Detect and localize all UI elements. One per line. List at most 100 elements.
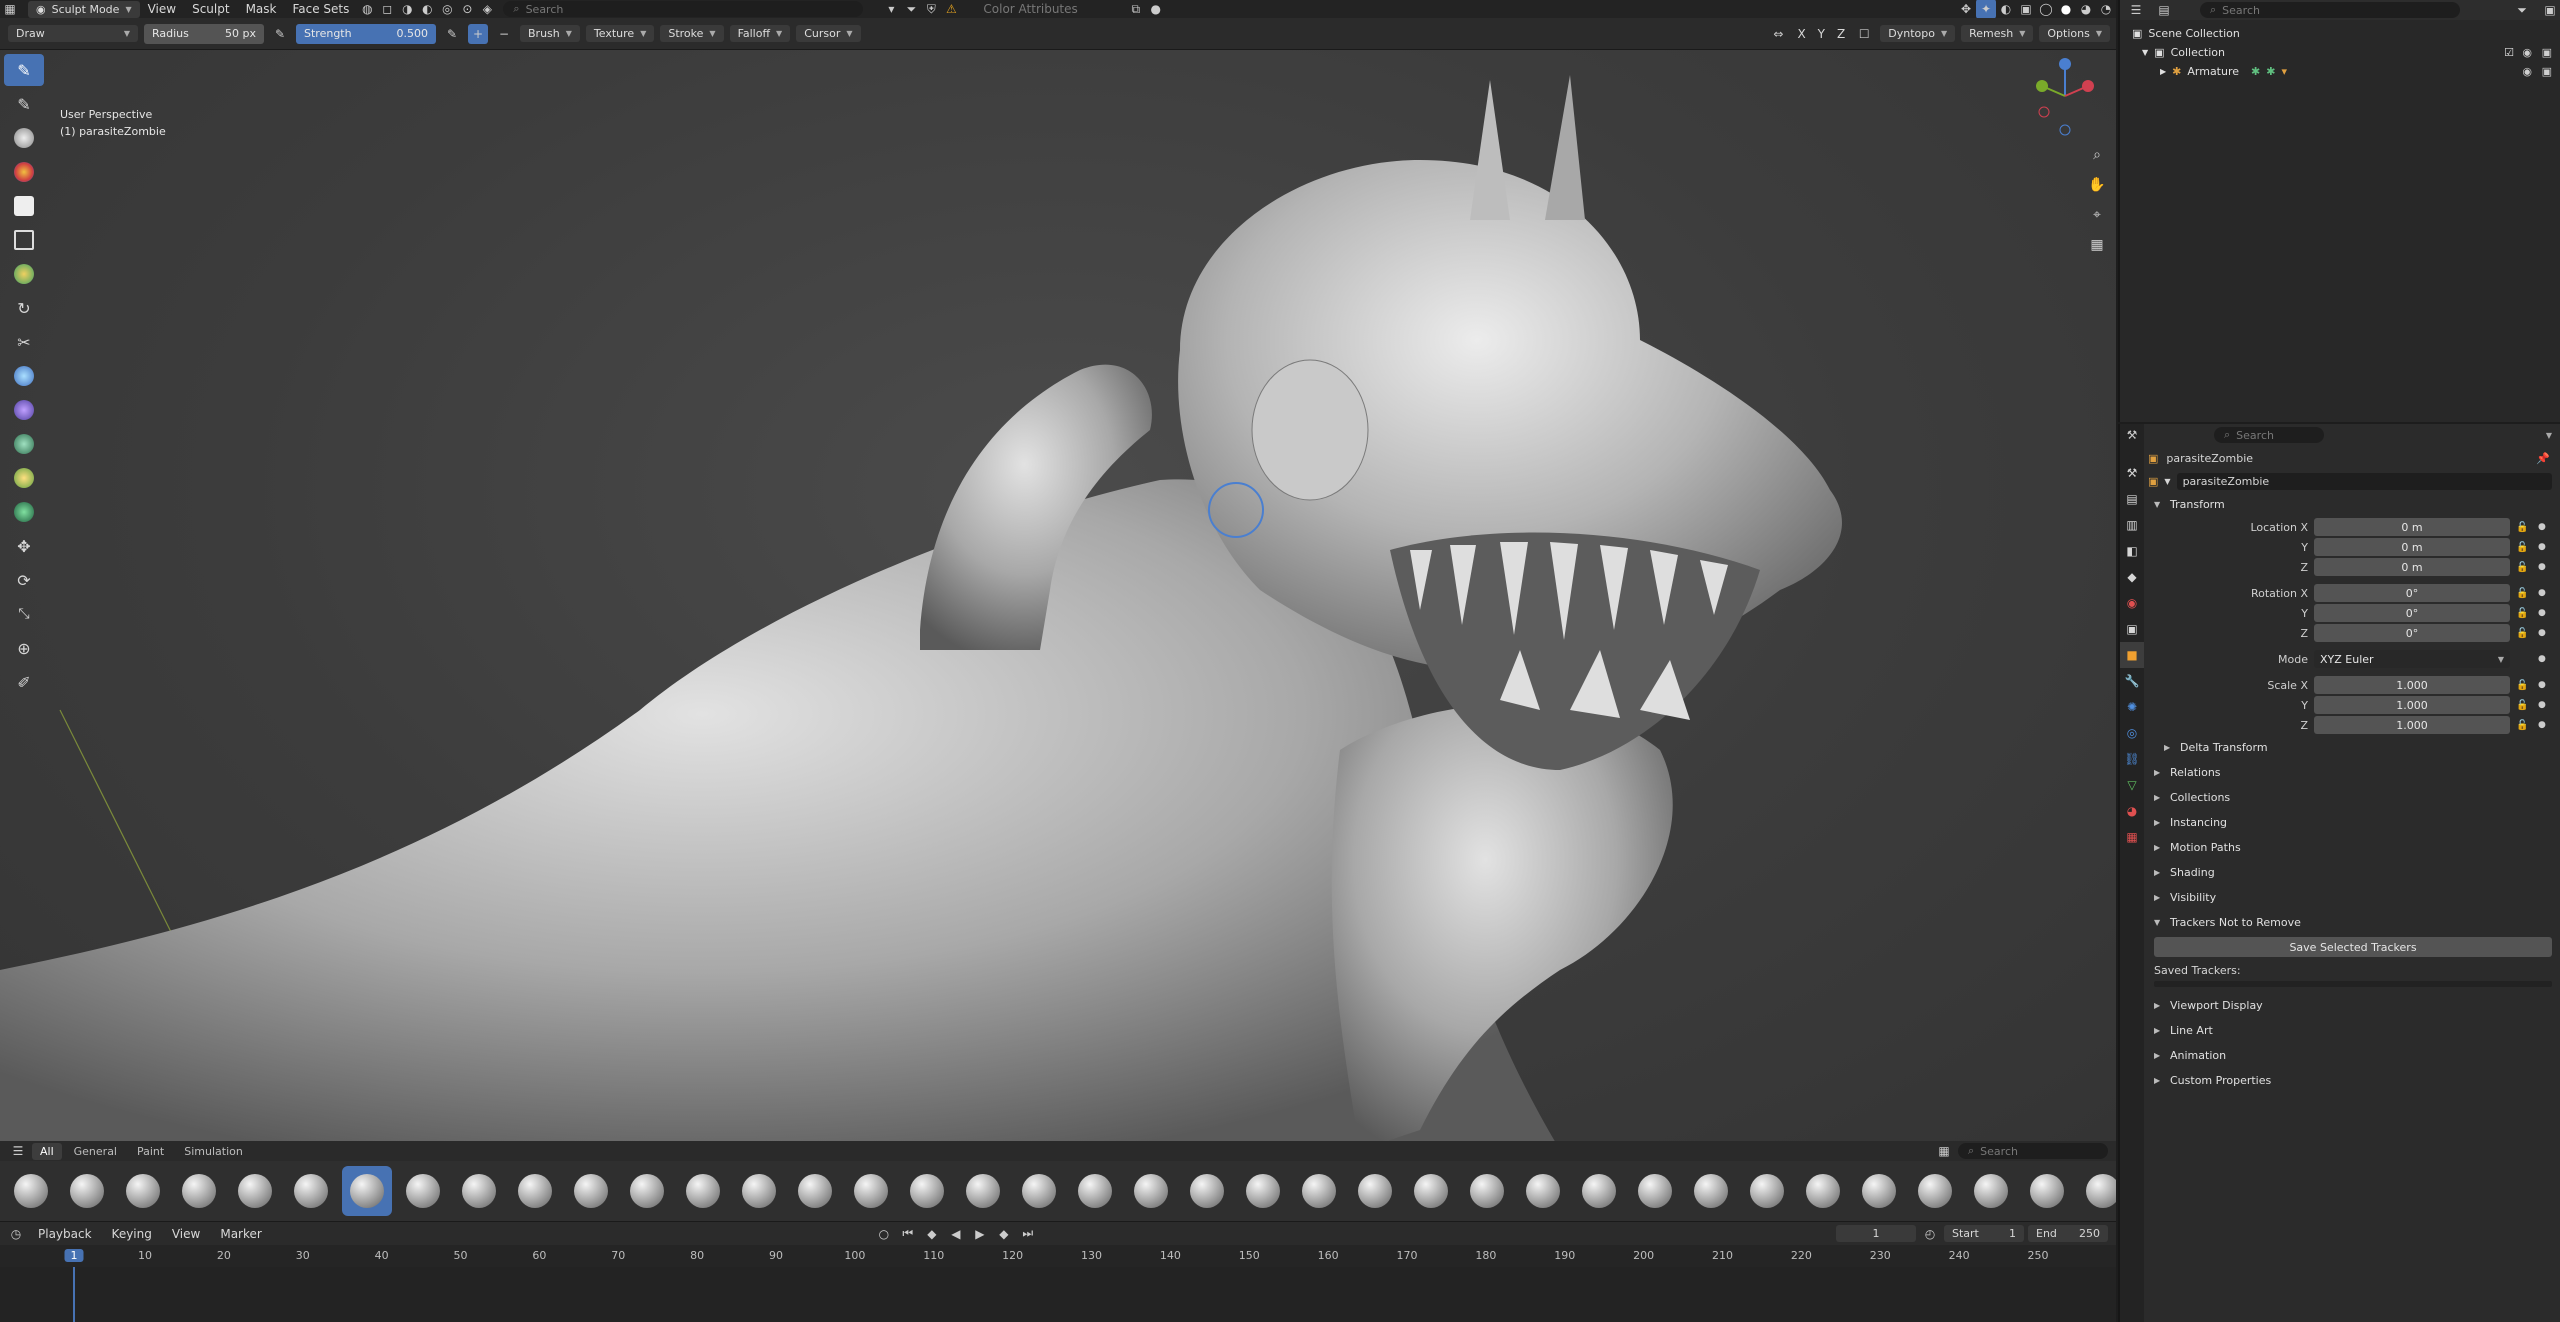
camera-icon[interactable]: ▣ — [2542, 65, 2552, 78]
keyframe-dot-icon[interactable]: ● — [2538, 562, 2546, 572]
move-tool[interactable]: ✥ — [4, 530, 44, 562]
rotate-tool[interactable]: ↻ — [4, 292, 44, 324]
brush-thumbnail[interactable] — [790, 1166, 840, 1216]
rendered-shading-icon[interactable]: ◔ — [2096, 0, 2116, 19]
visibility-panel-header[interactable]: ▶ Visibility — [2148, 885, 2558, 910]
keyframe-dot-icon[interactable]: ● — [2538, 654, 2546, 664]
brush-thumbnail[interactable] — [510, 1166, 560, 1216]
mesh-filter-tool[interactable] — [4, 360, 44, 392]
line-art-panel-header[interactable]: ▶ Line Art — [2148, 1018, 2558, 1043]
overlays-icon[interactable]: ◐ — [1996, 0, 2016, 19]
brush-thumbnail[interactable] — [1350, 1166, 1400, 1216]
lock-icon[interactable]: 🔓 — [2516, 720, 2528, 731]
rotate-transform-tool[interactable]: ⟳ — [4, 564, 44, 596]
pin-icon[interactable]: 📌 — [2536, 452, 2550, 465]
rotation-mode-select[interactable]: XYZ Euler ▼ — [2314, 650, 2510, 668]
remesh-menu[interactable]: Remesh ▼ — [1961, 25, 2034, 42]
brush-thumbnail[interactable] — [1686, 1166, 1736, 1216]
filter-icon[interactable]: ⏷ — [2512, 0, 2532, 20]
mask-tool[interactable] — [4, 190, 44, 222]
shelf-tab-paint[interactable]: Paint — [129, 1143, 172, 1160]
annotate-tool[interactable]: ✐ — [4, 666, 44, 698]
lock-icon[interactable]: 🔓 — [2516, 700, 2528, 711]
3d-viewport[interactable]: User Perspective (1) parasiteZombie ⌕ ✋ … — [0, 50, 2116, 1150]
material-shading-icon[interactable]: ◕ — [2076, 0, 2096, 19]
solid-shading-icon[interactable]: ● — [2056, 0, 2076, 19]
brush-thumbnail[interactable] — [118, 1166, 168, 1216]
collection-tab-icon[interactable]: ▣ — [2120, 616, 2144, 642]
world-tab-icon[interactable]: ◉ — [2120, 590, 2144, 616]
rotation-x-field[interactable]: 0° — [2314, 584, 2510, 602]
color-attributes-label[interactable]: Color Attributes — [975, 2, 1085, 16]
edit-face-set-tool[interactable] — [4, 462, 44, 494]
editor-type-icon[interactable]: ▦ — [0, 0, 20, 19]
motion-paths-panel-header[interactable]: ▶ Motion Paths — [2148, 835, 2558, 860]
axis-y-toggle[interactable]: Y — [1815, 27, 1828, 41]
timeline-editor-icon[interactable]: ◷ — [6, 1224, 26, 1244]
keyframe-dot-icon[interactable]: ● — [2538, 628, 2546, 638]
dyntopo-checkbox[interactable]: ☐ — [1854, 24, 1874, 44]
marker-menu[interactable]: Marker — [212, 1227, 269, 1241]
location-y-field[interactable]: 0 m — [2314, 538, 2510, 556]
brush-thumbnail[interactable] — [2022, 1166, 2072, 1216]
symmetry-icon[interactable]: ◐ — [417, 0, 437, 19]
draw-sharp-tool[interactable]: ✎ — [4, 88, 44, 120]
bookmark-icon[interactable]: ▾ — [881, 0, 901, 19]
axis-x-toggle[interactable]: X — [1794, 27, 1808, 41]
navigation-gizmo[interactable] — [2030, 56, 2100, 140]
properties-editor-icon[interactable]: ⚒ — [2122, 425, 2142, 445]
brush-thumbnail[interactable] — [286, 1166, 336, 1216]
draw-tool[interactable]: ✎ — [4, 54, 44, 86]
outliner-editor-icon[interactable]: ☰ — [2126, 0, 2146, 20]
camera-view-icon[interactable]: ⌖ — [2084, 202, 2110, 228]
lock-icon[interactable]: 🔓 — [2516, 680, 2528, 691]
brush-thumbnail[interactable] — [1070, 1166, 1120, 1216]
dot-icon[interactable]: ● — [1146, 0, 1166, 19]
trackers-panel-header[interactable]: ▼ Trackers Not to Remove — [2148, 910, 2558, 935]
outliner-row-armature[interactable]: ▶ ✱ Armature ✱ ✱ ▾ ◉ ▣ — [2120, 62, 2560, 81]
shelf-search-input[interactable]: ⌕ Search — [1958, 1143, 2108, 1159]
scale-x-field[interactable]: 1.000 — [2314, 676, 2510, 694]
brush-thumbnail[interactable] — [398, 1166, 448, 1216]
add-direction-icon[interactable]: + — [468, 23, 488, 44]
instancing-panel-header[interactable]: ▶ Instancing — [2148, 810, 2558, 835]
timeline-area[interactable] — [0, 1267, 2116, 1322]
tool-tab-icon[interactable]: ⚒ — [2120, 460, 2144, 486]
brush-menu[interactable]: Brush ▼ — [520, 25, 580, 42]
lock-icon[interactable]: 🔓 — [2516, 562, 2528, 573]
keyframe-dot-icon[interactable]: ● — [2538, 700, 2546, 710]
clay-tool[interactable] — [4, 122, 44, 154]
brush-thumbnail[interactable] — [902, 1166, 952, 1216]
keyframe-dot-icon[interactable]: ● — [2538, 608, 2546, 618]
timeline-ruler[interactable]: 1 10 20 30 40 50 60 70 80 90 100 110 120 130 140 150 160… — [0, 1245, 2116, 1267]
brush-thumbnail[interactable] — [566, 1166, 616, 1216]
trim-tool[interactable]: ✂ — [4, 326, 44, 358]
radius-slider[interactable]: Radius 50 px — [144, 23, 264, 44]
pan-hand-icon[interactable]: ✋ — [2084, 172, 2110, 198]
object-tab-icon[interactable]: ■ — [2120, 642, 2144, 668]
collections-panel-header[interactable]: ▶ Collections — [2148, 785, 2558, 810]
delta-transform-panel-header[interactable]: ▶ Delta Transform — [2148, 735, 2558, 760]
brush-thumbnail[interactable] — [1182, 1166, 1232, 1216]
cursor-menu[interactable]: Cursor ▼ — [796, 25, 861, 42]
jump-start-icon[interactable]: ⏮ — [898, 1224, 918, 1244]
current-frame-field[interactable]: 1 — [1836, 1225, 1916, 1242]
shelf-display-icon[interactable]: ▦ — [1934, 1141, 1954, 1161]
zoom-icon[interactable]: ⌕ — [2084, 142, 2110, 168]
save-selected-trackers-button[interactable]: Save Selected Trackers — [2154, 937, 2552, 957]
brush-thumbnail[interactable] — [1630, 1166, 1680, 1216]
texture-tab-icon[interactable]: ▦ — [2120, 824, 2144, 850]
color-filter-tool[interactable] — [4, 428, 44, 460]
keying-menu[interactable]: Keying — [104, 1227, 160, 1241]
render-tab-icon[interactable]: ▤ — [2120, 486, 2144, 512]
strength-slider[interactable]: Strength 0.500 — [296, 23, 436, 44]
brush-thumbnail[interactable] — [1238, 1166, 1288, 1216]
output-tab-icon[interactable]: ▥ — [2120, 512, 2144, 538]
subtract-direction-icon[interactable]: − — [494, 24, 514, 44]
scale-tool[interactable]: ⤡ — [4, 598, 44, 630]
layers-icon[interactable]: ⧉ — [1126, 0, 1146, 19]
keyframe-dot-icon[interactable]: ● — [2538, 588, 2546, 598]
texture-menu[interactable]: Texture ▼ — [585, 25, 655, 42]
transform-tool[interactable]: ⊕ — [4, 632, 44, 664]
wireframe-shading-icon[interactable]: ◯ — [2036, 0, 2056, 19]
